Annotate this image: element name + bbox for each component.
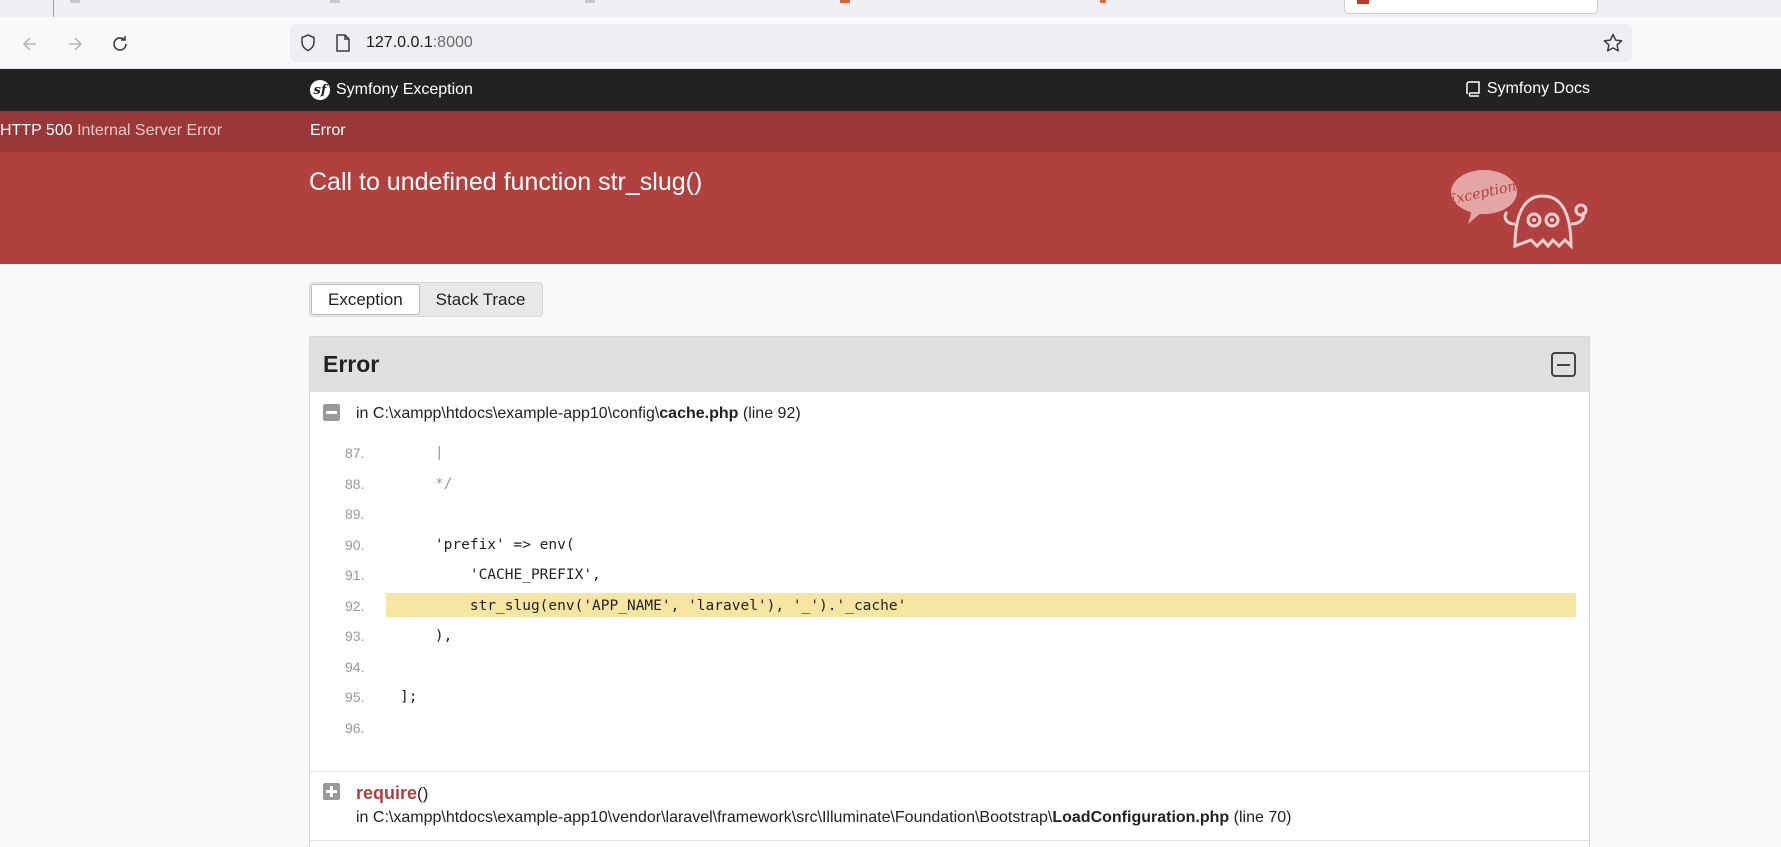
code-line: 88. */ [310, 469, 1589, 500]
code-line: 90. 'prefix' => env( [310, 530, 1589, 561]
code-line: 87. | [310, 438, 1589, 469]
docs-label: Symfony Docs [1486, 80, 1590, 97]
tab-favicon[interactable] [330, 0, 340, 3]
line-source: 'prefix' => env( [400, 536, 575, 553]
exception-header: sf Symfony Exception Symfony Docs [0, 69, 1781, 111]
browser-navbar: 127.0.0.1:8000 [0, 17, 1781, 69]
arrow-right-icon [69, 37, 83, 51]
tab-separator [53, 0, 54, 17]
symfony-logo-icon: sf [310, 80, 330, 100]
code-snippet: 87. | 88. */ 89. 90. 'prefix' => env( 91… [310, 438, 1589, 743]
exception-message: Call to undefined function str_slug() [309, 168, 703, 196]
frame-path: in C:\xampp\htdocs\example-app10\vendor\… [356, 809, 1053, 826]
tab-stack-trace[interactable]: Stack Trace [420, 284, 542, 315]
line-source: str_slug(env('APP_NAME', 'laravel'), '_'… [400, 597, 907, 614]
frame-file: LoadConfiguration.php [1052, 809, 1230, 826]
code-line: 89. [310, 499, 1589, 530]
line-source: */ [400, 475, 453, 492]
tab-favicon[interactable] [1100, 0, 1106, 3]
brand: sf Symfony Exception [310, 80, 473, 100]
browser-tab-strip [0, 0, 1781, 17]
frame-function: require() [356, 783, 428, 804]
http-status: HTTP 500 Internal Server Error [0, 122, 1279, 140]
code-line-highlighted: 92. str_slug(env('APP_NAME', 'laravel'),… [310, 591, 1589, 622]
function-name: require [356, 783, 418, 803]
code-line: 96. [310, 713, 1589, 744]
panel-header: Error [310, 337, 1589, 392]
expand-frame-button[interactable] [323, 783, 340, 800]
status-bar: Error HTTP 500 Internal Server Error [0, 111, 1781, 152]
exception-message-band: Call to undefined function str_slug() Ex… [0, 152, 1781, 264]
status-phrase: Internal Server Error [77, 122, 223, 139]
bookmark-star-icon[interactable] [1602, 32, 1624, 54]
frame-divider [310, 771, 1589, 772]
line-number: 87. [345, 445, 365, 461]
line-source: ), [400, 628, 453, 644]
forward-button[interactable] [62, 31, 88, 57]
exception-ghost-illustration: Exception! [1450, 170, 1588, 250]
line-number: 91. [345, 567, 365, 583]
reload-icon [113, 36, 127, 51]
frame-location: in C:\xampp\htdocs\example-app10\vendor\… [356, 809, 1291, 827]
line-number: 96. [345, 719, 365, 736]
frame-divider [310, 840, 1589, 841]
laravel-favicon-icon [1357, 0, 1369, 4]
line-source: 'CACHE_PREFIX', [400, 567, 601, 583]
tab-favicon[interactable] [70, 0, 80, 3]
line-source: | [400, 445, 444, 461]
status-code: HTTP 500 [0, 122, 73, 139]
tab-exception[interactable]: Exception [311, 284, 420, 315]
frame-line: (line 70) [1229, 809, 1292, 826]
line-number: 92. [345, 597, 365, 614]
reload-button[interactable] [107, 31, 133, 57]
line-source: ]; [400, 689, 418, 705]
address-bar[interactable]: 127.0.0.1:8000 [290, 24, 1632, 62]
url-text[interactable]: 127.0.0.1:8000 [366, 34, 473, 52]
code-line: 93. ), [310, 621, 1589, 652]
tab-favicon[interactable] [585, 0, 595, 3]
active-browser-tab[interactable] [1344, 0, 1598, 14]
function-args: () [417, 784, 429, 803]
collapse-panel-button[interactable] [1551, 352, 1576, 377]
line-number: 95. [345, 689, 365, 705]
panel-title: Error [323, 351, 380, 377]
line-number: 94. [345, 658, 365, 675]
page-icon[interactable] [334, 33, 352, 53]
line-number: 89. [345, 506, 365, 522]
code-line: 94. [310, 652, 1589, 683]
frame-path: in C:\xampp\htdocs\example-app10\config\ [356, 405, 660, 422]
tab-favicon[interactable] [840, 0, 850, 3]
frame-file: cache.php [659, 405, 739, 422]
view-tabs: Exception Stack Trace [309, 282, 544, 317]
back-button[interactable] [17, 31, 43, 57]
line-number: 90. [345, 536, 365, 553]
shield-icon[interactable] [298, 33, 318, 53]
symfony-docs-link[interactable]: Symfony Docs [1465, 80, 1590, 98]
minus-icon [1557, 363, 1570, 366]
frame-location: in C:\xampp\htdocs\example-app10\config\… [356, 405, 801, 423]
code-line: 95.]; [310, 682, 1589, 713]
exception-panel: Error in C:\xampp\htdocs\example-app10\c… [309, 336, 1590, 847]
book-icon [1466, 81, 1480, 97]
brand-label: Symfony Exception [336, 81, 473, 98]
code-line: 91. 'CACHE_PREFIX', [310, 560, 1589, 591]
frame-line: (line 92) [738, 405, 801, 422]
line-number: 93. [345, 628, 365, 644]
line-number: 88. [345, 475, 365, 492]
arrow-left-icon [22, 37, 36, 51]
collapse-frame-button[interactable] [323, 404, 340, 421]
